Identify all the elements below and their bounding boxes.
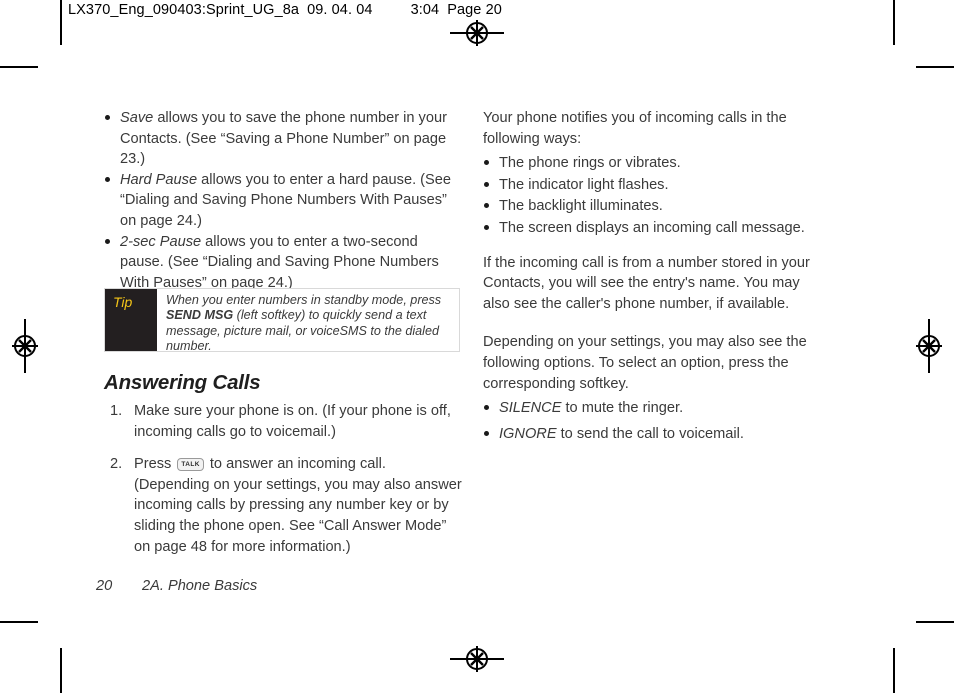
option-term: Hard Pause [120,171,198,188]
crop-mark-top-left-vertical [60,0,62,45]
dialing-options-list: Save allows you to save the phone number… [104,108,464,293]
crop-mark-top-left-horizontal [0,66,38,68]
registration-target-bottom-center [450,632,504,686]
step-text-before: Press [134,456,176,473]
crop-mark-bottom-right-vertical [893,648,895,693]
option-term: Save [120,110,154,126]
tip-text-before: When you enter numbers in standby mode, … [166,293,442,307]
list-item-label: The screen displays an incoming call mes… [499,219,805,236]
notification-ways-list: The phone rings or vibrates. The indicat… [483,153,828,238]
section-heading: Answering Calls [104,371,261,394]
crop-mark-bottom-right-horizontal [916,621,954,623]
softkey-options-list: SILENCE to mute the ringer. IGNORE to se… [483,398,828,444]
list-item: 2-sec Pause allows you to enter a two-se… [104,232,464,294]
list-item-label: The phone rings or vibrates. [499,155,681,172]
bullet-icon [484,224,489,230]
footer-page-number: 20 [96,578,113,594]
slug-time: 3:04 [410,2,440,18]
step-text: Make sure your phone is on. (If your pho… [134,403,451,440]
option-description: allows you to save the phone number in y… [120,110,447,168]
option-description: to send the call to voicemail. [556,425,744,442]
crop-mark-top-right-vertical [893,0,895,45]
incoming-call-paragraph: If the incoming call is from a number st… [483,254,810,312]
bullet-icon [105,176,110,182]
option-description: to mute the ringer. [561,400,684,417]
bullet-icon [105,115,110,120]
list-item: 1. Make sure your phone is on. (If your p… [104,401,464,442]
slug-job-id: LX370_Eng_090403:Sprint_UG_8a [68,2,300,18]
bullet-icon [484,405,489,411]
step-number: 2. [110,456,123,473]
list-item: Hard Pause allows you to enter a hard pa… [104,170,464,232]
option-term: SILENCE [499,400,562,417]
list-item: The indicator light flashes. [483,175,828,196]
bullet-icon [484,160,489,166]
tip-bold-text: SEND MSG [166,308,234,323]
bullet-icon [105,238,110,244]
crop-mark-bottom-left-vertical [60,648,62,693]
crop-mark-bottom-left-horizontal [0,621,38,623]
slug-date: 09. 04. 04 [307,2,373,18]
list-item: 2. Press TALK to answer an incoming call.… [104,454,464,557]
list-item-label: The backlight illuminates. [499,198,663,215]
right-column: Your phone notifies you of incoming call… [483,108,828,445]
notify-intro-paragraph: Your phone notifies you of incoming call… [483,110,787,147]
answering-calls-steps: 1. Make sure your phone is on. (If your p… [104,401,464,569]
left-column: Save allows you to save the phone number… [104,108,464,293]
tip-label: Tip [105,289,157,351]
registration-target-left-middle [0,319,52,373]
softkey-options-paragraph: Depending on your settings, you may also… [483,334,807,392]
page-footer: 20 2A. Phone Basics [96,578,257,594]
tip-body: When you enter numbers in standby mode, … [157,289,459,353]
list-item: SILENCE to mute the ringer. [483,398,828,419]
option-term: 2-sec Pause [120,233,202,250]
slug-page-label: Page 20 [447,2,502,18]
list-item-label: The indicator light flashes. [499,176,669,193]
registration-target-right-middle [902,319,954,373]
list-item: The screen displays an incoming call mes… [483,218,828,239]
list-item: Save allows you to save the phone number… [104,108,464,170]
list-item: IGNORE to send the call to voicemail. [483,424,828,445]
option-term: IGNORE [499,425,557,442]
crop-mark-top-right-horizontal [916,66,954,68]
print-slug-line: LX370_Eng_090403:Sprint_UG_8a 09. 04. 04 3… [68,2,502,18]
footer-section-title: 2A. Phone Basics [142,578,258,594]
talk-key-icon: TALK [177,458,204,472]
bullet-icon [484,181,489,187]
list-item: The backlight illuminates. [483,196,828,217]
tip-callout-box: Tip When you enter numbers in standby mo… [104,288,460,353]
list-item: The phone rings or vibrates. [483,153,828,174]
bullet-icon [484,430,489,436]
bullet-icon [484,203,489,209]
step-number: 1. [110,403,123,419]
